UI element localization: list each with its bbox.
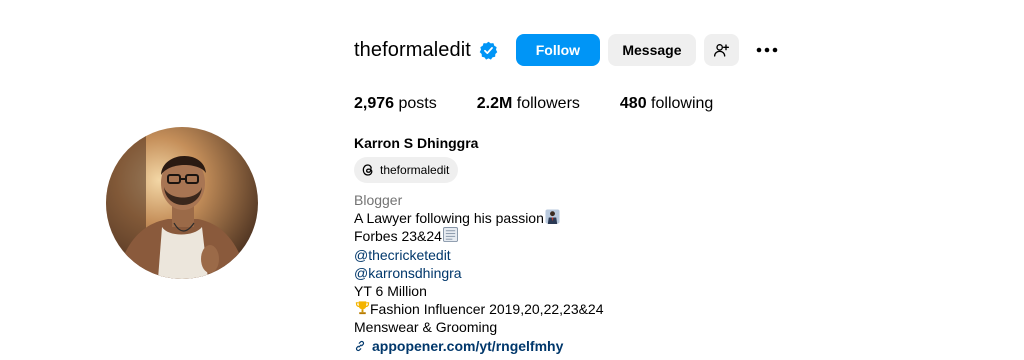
verified-badge-icon	[479, 41, 498, 60]
following-stat[interactable]: 480 following	[620, 95, 713, 113]
followers-label: followers	[512, 95, 580, 112]
mention-link-2[interactable]: @karronsdhingra	[354, 264, 604, 282]
bio-line-5: Menswear & Grooming	[354, 319, 498, 336]
follow-button[interactable]: Follow	[515, 34, 600, 66]
profile-header: theformaledit Follow Message	[354, 33, 783, 67]
bio-text-1: A Lawyer following his passion	[354, 210, 544, 227]
bio-line-2: Forbes 23&24	[354, 226, 604, 246]
full-name: Karron S Dhinggra	[354, 135, 479, 151]
newspaper-icon	[442, 226, 458, 246]
bio-line-4: Fashion Influencer 2019,20,22,23&24	[354, 300, 604, 318]
man-in-suit-icon	[545, 209, 560, 228]
threads-badge[interactable]: theformaledit	[354, 157, 459, 183]
threads-handle: theformaledit	[380, 163, 450, 177]
followers-stat[interactable]: 2.2M followers	[477, 95, 580, 113]
add-user-button[interactable]	[703, 34, 739, 66]
profile-page: theformaledit Follow Message 2,976 posts…	[0, 0, 1024, 360]
external-link[interactable]: appopener.com/yt/rngelfmhy	[354, 337, 604, 355]
bio-line-1: A Lawyer following his passion	[354, 209, 604, 227]
posts-label: posts	[394, 95, 437, 112]
posts-count: 2,976	[354, 95, 395, 112]
bio-line-3: YT 6 Million	[354, 282, 427, 299]
more-options-icon	[756, 47, 778, 53]
link-icon	[355, 340, 365, 351]
more-options-button[interactable]	[751, 34, 783, 66]
followers-count: 2.2M	[476, 95, 513, 112]
mention-link-1[interactable]: @thecricketedit	[354, 246, 604, 264]
message-button[interactable]: Message	[607, 34, 696, 66]
following-count: 480	[619, 95, 647, 112]
category-label: Blogger	[354, 192, 403, 208]
threads-icon	[362, 164, 373, 176]
following-label: following	[646, 95, 714, 112]
external-link-text: appopener.com/yt/rngelfmhy	[372, 337, 564, 354]
username: theformaledit	[354, 38, 471, 61]
bio-text-4: Fashion Influencer 2019,20,22,23&24	[370, 301, 604, 318]
avatar[interactable]	[106, 127, 258, 279]
avatar-image	[106, 127, 258, 279]
bio-text-2: Forbes 23&24	[354, 228, 442, 245]
person-add-icon	[714, 44, 730, 57]
profile-stats: 2,976 posts 2.2M followers 480 following	[354, 95, 753, 113]
posts-stat: 2,976 posts	[354, 95, 437, 113]
bio: Blogger A Lawyer following his passion F…	[354, 191, 604, 355]
trophy-icon	[355, 300, 370, 319]
